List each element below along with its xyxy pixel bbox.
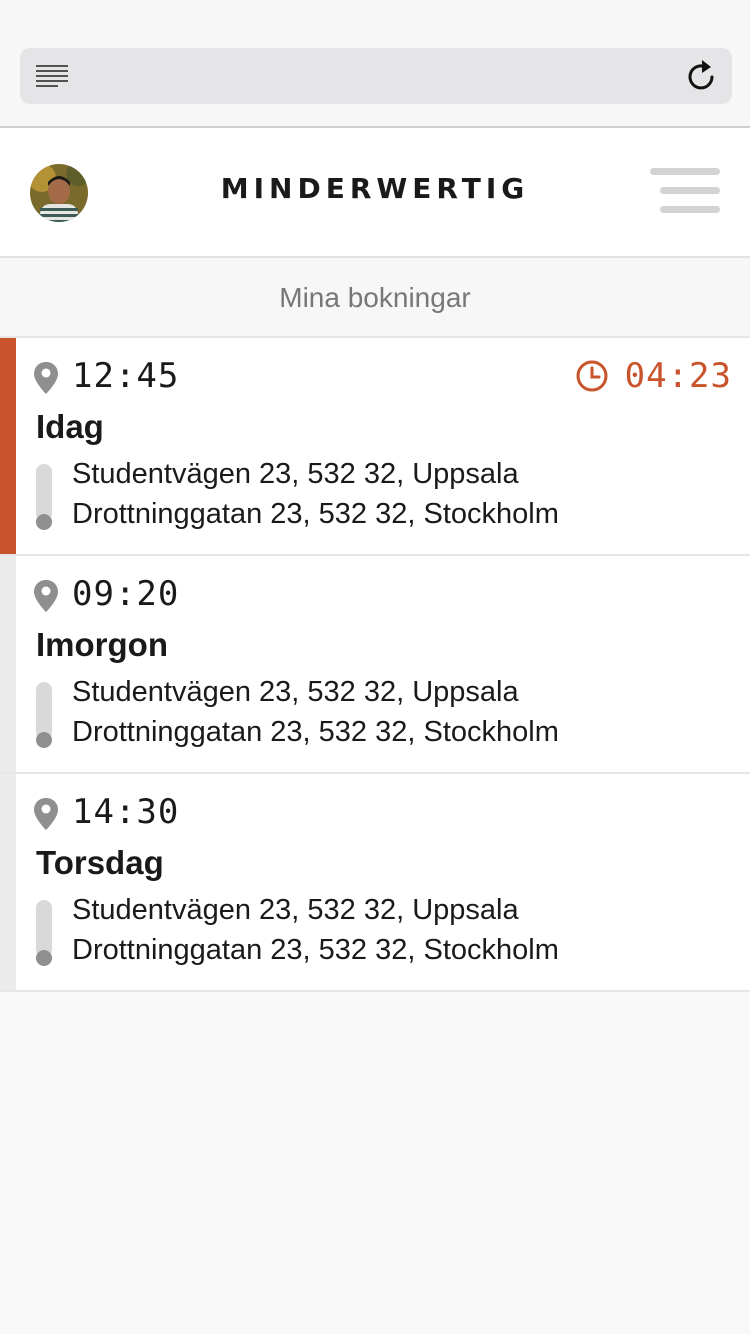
- reader-icon[interactable]: [36, 64, 68, 88]
- booking-time: 14:30: [72, 792, 180, 832]
- inactive-indicator: [0, 556, 16, 772]
- route-dot: [36, 514, 52, 530]
- route-dot: [36, 732, 52, 748]
- hamburger-icon[interactable]: [648, 168, 722, 216]
- booking-day: Torsdag: [36, 844, 164, 881]
- location-pin-icon: [34, 580, 58, 612]
- section-title: Mina bokningar: [0, 258, 750, 338]
- location-pin-icon: [34, 362, 58, 394]
- booking-time: 12:45: [72, 356, 180, 396]
- booking-card[interactable]: 12:45 04:23 Idag Studentvägen 23, 532 32…: [0, 338, 750, 556]
- active-indicator: [0, 338, 16, 554]
- url-field[interactable]: [20, 48, 732, 104]
- route-dot: [36, 950, 52, 966]
- pickup-address: Studentvägen 23, 532 32, Uppsala: [72, 894, 519, 926]
- menu-line: [650, 168, 720, 175]
- countdown-text: 04:23: [624, 356, 732, 396]
- booking-list: 12:45 04:23 Idag Studentvägen 23, 532 32…: [0, 338, 750, 992]
- route-indicator: [35, 464, 53, 530]
- menu-line: [660, 187, 720, 194]
- booking-card[interactable]: 14:30 Torsdag Studentvägen 23, 532 32, U…: [0, 774, 750, 992]
- reload-icon[interactable]: [686, 60, 718, 92]
- menu-line: [660, 206, 720, 213]
- app-header: MINDERWERTIG: [0, 128, 750, 258]
- booking-day: Imorgon: [36, 626, 168, 663]
- booking-time: 09:20: [72, 574, 180, 614]
- dropoff-address: Drottninggatan 23, 532 32, Stockholm: [72, 716, 559, 748]
- clock-icon: [576, 360, 608, 392]
- pickup-address: Studentvägen 23, 532 32, Uppsala: [72, 458, 519, 490]
- dropoff-address: Drottninggatan 23, 532 32, Stockholm: [72, 498, 559, 530]
- location-pin-icon: [34, 798, 58, 830]
- route-indicator: [35, 682, 53, 748]
- countdown: 04:23: [575, 356, 732, 396]
- pickup-address: Studentvägen 23, 532 32, Uppsala: [72, 676, 519, 708]
- route-indicator: [35, 900, 53, 966]
- booking-day: Idag: [36, 408, 104, 445]
- booking-card[interactable]: 09:20 Imorgon Studentvägen 23, 532 32, U…: [0, 556, 750, 774]
- brand-logo: MINDERWERTIG: [220, 172, 530, 205]
- inactive-indicator: [0, 774, 16, 990]
- dropoff-address: Drottninggatan 23, 532 32, Stockholm: [72, 934, 559, 966]
- browser-bar: [0, 0, 750, 128]
